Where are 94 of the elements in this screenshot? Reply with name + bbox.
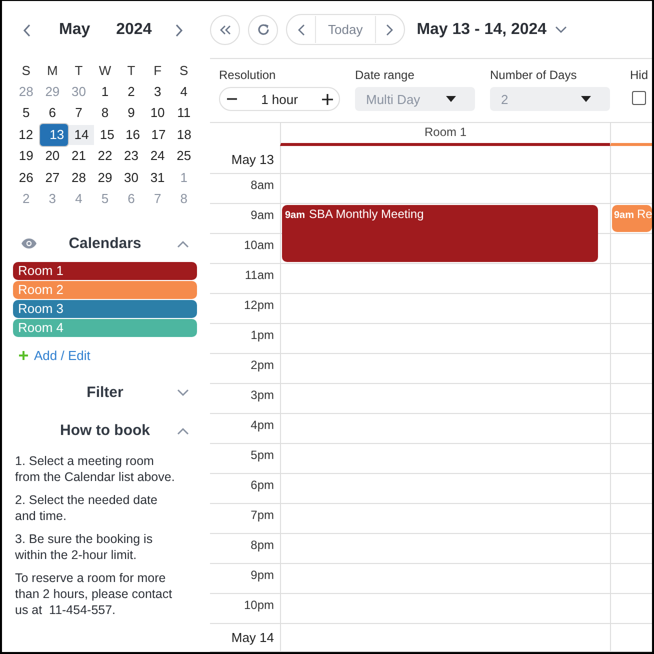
calendar-day[interactable]: 20 — [42, 146, 62, 166]
time-label: May 13 — [230, 151, 275, 169]
calendar-day[interactable]: 8 — [94, 103, 115, 124]
date-range-title[interactable]: May 13 - 14, 2024 — [416, 20, 547, 38]
calendar-day[interactable]: 12 — [16, 124, 36, 145]
previous-month-icon[interactable] — [23, 24, 31, 36]
today-button[interactable]: Today — [315, 16, 376, 43]
calendar-day[interactable]: 23 — [121, 146, 142, 166]
calendar-day[interactable]: 31 — [148, 168, 168, 188]
double-chevron-left-icon — [220, 24, 230, 34]
time-label: May 14 — [230, 629, 275, 647]
calendar-day[interactable]: 6 — [42, 103, 62, 124]
time-label: 10am — [242, 237, 275, 254]
time-label: 9am — [250, 207, 275, 224]
calendar-day[interactable]: 9 — [121, 103, 142, 124]
calendar-day[interactable]: 7 — [68, 103, 89, 124]
section-title: Calendars — [68, 234, 142, 252]
weekday-label: S — [178, 62, 190, 78]
time-label: 4pm — [250, 417, 275, 434]
calendar-day[interactable]: 26 — [16, 168, 36, 188]
time-label: 1pm — [250, 327, 275, 344]
calendar-day[interactable]: 3 — [148, 82, 168, 102]
chevron-up-icon[interactable] — [177, 427, 189, 435]
calendar-day[interactable]: 18 — [174, 124, 194, 145]
caret-down-icon[interactable] — [554, 26, 567, 33]
calendar-day[interactable]: 24 — [148, 146, 168, 166]
calendar-day[interactable]: 11 — [174, 103, 194, 124]
instruction-text: 3. Be sure the booking is within the 2-hour limit. — [15, 531, 154, 563]
event-block[interactable]: 9am SBA Monthly Meeting — [282, 205, 598, 262]
plus-icon — [322, 94, 332, 104]
time-label: 2pm — [250, 357, 275, 374]
calendar-day[interactable]: 19 — [16, 146, 36, 166]
refresh-button[interactable] — [248, 14, 278, 44]
calendar-day[interactable]: 30 — [121, 168, 142, 188]
resolution-value: 1 hour — [261, 92, 298, 106]
time-label: 11am — [244, 267, 275, 284]
chevron-left-icon — [298, 24, 304, 36]
time-label: 9pm — [250, 567, 275, 584]
chevron-up-icon[interactable] — [177, 240, 189, 248]
weekday-label: T — [126, 62, 136, 78]
hide-checkbox[interactable] — [632, 91, 646, 105]
collapse-sidebar-button[interactable] — [210, 14, 240, 44]
time-label: 8pm — [250, 537, 275, 554]
chevron-right-icon — [386, 24, 394, 36]
calendar-day[interactable]: 15 — [97, 124, 118, 145]
section-title: How to book — [60, 422, 150, 438]
instruction-text: 2. Select the needed date and time. — [15, 492, 158, 524]
calendar-day[interactable]: 4 — [174, 82, 194, 102]
calendar-day[interactable]: 16 — [122, 124, 143, 145]
month-label[interactable]: May — [59, 21, 90, 39]
time-label: 10pm — [242, 597, 275, 614]
weekday-label: T — [74, 62, 84, 78]
calendar-day[interactable]: 1 — [94, 82, 115, 102]
eye-icon[interactable] — [21, 238, 37, 249]
add-edit-link[interactable]: Add / Edit — [34, 348, 90, 362]
plus-icon[interactable] — [19, 350, 28, 360]
minus-icon — [227, 98, 237, 100]
calendar-day[interactable]: 22 — [94, 146, 115, 166]
weekday-label: S — [20, 62, 32, 78]
calendar-day[interactable]: 28 — [68, 168, 89, 188]
section-title: Filter — [86, 384, 124, 400]
time-label: 7pm — [250, 507, 275, 524]
calendar-day[interactable]: 5 — [16, 103, 36, 124]
column-header: Room 1 — [280, 123, 610, 146]
time-label: 8am — [250, 177, 275, 194]
calendar-day[interactable]: 17 — [148, 124, 168, 145]
option-label: Hid — [630, 68, 650, 82]
calendar-day[interactable]: 10 — [148, 103, 168, 124]
chevron-down-icon[interactable] — [177, 389, 189, 397]
year-label[interactable]: 2024 — [116, 21, 152, 39]
weekday-label: M — [46, 62, 59, 78]
calendar-day[interactable]: 25 — [174, 146, 194, 166]
option-label: Resolution — [219, 68, 277, 82]
time-label: 5pm — [250, 447, 275, 464]
time-label: 3pm — [250, 387, 275, 404]
calendar-day[interactable]: 21 — [68, 146, 89, 166]
calendar-day[interactable]: 2 — [121, 82, 142, 102]
calendar-day[interactable]: 27 — [42, 168, 62, 188]
calendar-tag[interactable]: Room 3 — [13, 300, 197, 318]
calendar-day[interactable]: 29 — [94, 168, 115, 188]
dropdown-arrow-icon — [446, 96, 456, 102]
calendar-day[interactable]: 13 — [38, 122, 69, 147]
time-label: 6pm — [250, 477, 275, 494]
refresh-icon — [256, 23, 270, 36]
weekday-label: W — [98, 62, 112, 78]
dropdown-arrow-icon — [581, 96, 591, 102]
next-month-icon[interactable] — [174, 24, 183, 36]
time-label: 12pm — [242, 297, 275, 314]
instruction-text: To reserve a room for more than 2 hours, please contact us at 11-454-557. — [15, 570, 174, 618]
weekday-label: F — [152, 62, 163, 78]
option-label: Date range — [355, 68, 416, 82]
option-label: Number of Days — [490, 68, 578, 82]
calendar-tag[interactable]: Room 1 — [13, 262, 197, 280]
instruction-text: 1. Select a meeting room from the Calendar list above. — [15, 453, 175, 485]
